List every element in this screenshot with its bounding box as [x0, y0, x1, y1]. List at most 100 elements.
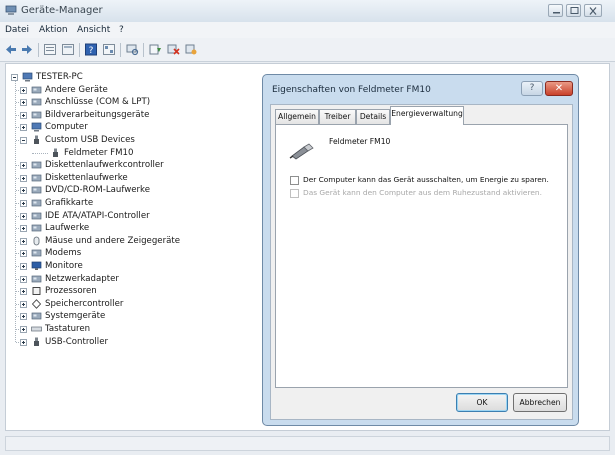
svg-text:?: ? [89, 46, 94, 56]
port-icon [31, 97, 42, 107]
window-title: Geräte-Manager [21, 5, 103, 16]
device-manager-icon [5, 5, 17, 16]
expand-icon[interactable] [20, 225, 27, 233]
close-window-button[interactable] [584, 4, 602, 17]
device-manager-window: Geräte-Manager Datei Aktion Ansicht ? ? … [0, 0, 615, 455]
tree-item-label: Mäuse und andere Zeigegeräte [45, 235, 181, 246]
tree-item-label: Grafikkarte [45, 198, 94, 208]
expand-icon[interactable] [20, 300, 27, 308]
status-bar [5, 436, 610, 451]
dvd-drive-icon [31, 185, 42, 195]
system-devices-icon [31, 311, 42, 321]
expand-icon[interactable] [20, 326, 27, 333]
menu-aktion[interactable]: Aktion [39, 25, 68, 35]
power-management-panel: Feldmeter FM10 Der Computer kann das Ger… [275, 124, 568, 388]
ide-controller-icon [31, 211, 42, 221]
expand-icon[interactable] [20, 338, 27, 346]
maximize-button[interactable] [566, 4, 581, 17]
usb-plug-icon [31, 337, 42, 347]
expand-icon[interactable] [20, 313, 27, 321]
dialog-help-button[interactable]: ? [521, 81, 543, 96]
computer-icon [31, 122, 42, 132]
update-driver-icon[interactable] [148, 43, 162, 56]
tree-item-label: Anschlüsse (COM & LPT) [45, 97, 151, 108]
help-icon[interactable]: ? [84, 43, 98, 56]
tree-item-label: Diskettenlaufwerke [45, 172, 128, 183]
title-bar[interactable]: Geräte-Manager [0, 0, 615, 22]
forward-arrow-icon[interactable] [20, 43, 34, 56]
tree-item-label: Computer [45, 122, 88, 133]
expand-icon[interactable] [20, 200, 27, 207]
menu-help[interactable]: ? [119, 25, 124, 35]
collapse-icon[interactable] [11, 74, 18, 81]
expand-icon[interactable] [20, 111, 27, 119]
usb-plug-icon [289, 142, 315, 160]
tree-item-label: Prozessoren [45, 286, 97, 297]
tree-item-label: IDE ATA/ATAPI-Controller [45, 210, 150, 221]
minimize-button[interactable] [548, 4, 563, 17]
toolbar: ? [0, 38, 615, 62]
expand-icon[interactable] [20, 162, 27, 170]
tree-item-label: Diskettenlaufwerkcontroller [45, 160, 164, 171]
expand-icon[interactable] [20, 263, 27, 270]
cancel-button[interactable]: Abbrechen [513, 393, 567, 412]
allow-wake-checkbox [290, 189, 299, 198]
processor-icon [31, 286, 42, 296]
allow-power-off-checkbox[interactable] [290, 176, 299, 185]
expand-icon[interactable] [20, 212, 27, 220]
uninstall-icon[interactable] [166, 43, 180, 56]
tree-item-label: Systemgeräte [45, 311, 106, 322]
tree-item-label: USB-Controller [45, 336, 109, 347]
device-name: Feldmeter FM10 [329, 137, 391, 146]
mouse-icon [31, 236, 42, 246]
tree-item-label: Modems [45, 248, 82, 259]
scan-hardware-icon[interactable] [125, 43, 139, 56]
disable-icon[interactable] [184, 43, 198, 56]
floppy-drive-icon [31, 173, 42, 183]
tab-allgemein[interactable]: Allgemein [275, 109, 319, 124]
display-adapter-icon [31, 198, 42, 208]
usb-plug-icon [31, 135, 42, 145]
ok-button[interactable]: OK [456, 393, 508, 412]
properties-icon[interactable] [61, 43, 75, 56]
tree-item-label: Laufwerke [45, 223, 90, 234]
expand-icon[interactable] [20, 237, 27, 245]
network-adapter-icon [31, 274, 42, 284]
floppy-controller-icon [31, 160, 42, 170]
expand-icon[interactable] [20, 124, 27, 132]
tree-item-label: DVD/CD-ROM-Laufwerke [45, 185, 151, 196]
tree-item-label: Custom USB Devices [45, 135, 135, 145]
menu-ansicht[interactable]: Ansicht [77, 25, 110, 35]
tab-treiber[interactable]: Treiber [319, 109, 356, 124]
tree-item-label: Speichercontroller [45, 298, 124, 309]
tree-item-label: Netzwerkadapter [45, 273, 119, 284]
dialog-title: Eigenschaften von Feldmeter FM10 [272, 85, 431, 95]
expand-icon[interactable] [20, 174, 27, 182]
properties-dialog: Eigenschaften von Feldmeter FM10 ? ✕ All… [262, 74, 579, 426]
view-icon[interactable] [43, 43, 57, 56]
tab-details[interactable]: Details [356, 109, 390, 124]
computer-icon [22, 72, 33, 82]
expand-icon[interactable] [20, 86, 27, 94]
tree-item-label: Andere Geräte [45, 84, 108, 95]
dialog-close-button[interactable]: ✕ [545, 81, 573, 96]
tab-energieverwaltung[interactable]: Energieverwaltung [390, 106, 464, 125]
expand-icon[interactable] [20, 250, 27, 258]
other-devices-icon [31, 85, 42, 95]
refresh-icon[interactable] [102, 43, 116, 56]
allow-wake-label: Das Gerät kann den Computer aus dem Ruhe… [303, 188, 542, 197]
collapse-icon[interactable] [20, 137, 27, 144]
tree-item-label: Monitore [45, 261, 83, 271]
menu-datei[interactable]: Datei [5, 25, 29, 35]
keyboard-icon [31, 324, 42, 334]
imaging-device-icon [31, 110, 42, 120]
expand-icon[interactable] [20, 288, 27, 296]
expand-icon[interactable] [20, 99, 27, 107]
tree-item-label: Feldmeter FM10 [64, 147, 134, 158]
expand-icon[interactable] [20, 187, 27, 195]
monitor-icon [31, 261, 42, 271]
tree-item-label: Tastaturen [45, 324, 91, 334]
back-arrow-icon[interactable] [4, 43, 18, 56]
expand-icon[interactable] [20, 275, 27, 283]
tree-item-label: Bildverarbeitungsgeräte [45, 109, 150, 120]
